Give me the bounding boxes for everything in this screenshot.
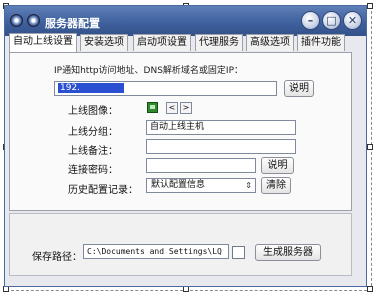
restore-button[interactable]: □ [322, 11, 341, 30]
tab-startup-settings[interactable]: 启动项设置 [133, 34, 191, 51]
address-value: 192. [58, 83, 83, 93]
address-selection [82, 83, 125, 93]
save-path-label: 保存路径： [32, 252, 82, 263]
clear-history-button[interactable]: 清除 [261, 177, 291, 194]
tab-install-options[interactable]: 安装选项 [80, 34, 128, 51]
group-input[interactable]: 自动上线主机 [146, 120, 296, 135]
save-path-input[interactable]: C:\Documents and Settings\LQ [83, 244, 229, 259]
title-bar[interactable]: 服务器配置 – □ ✕ [5, 6, 366, 36]
dropdown-arrow-icon: ⇕ [245, 181, 252, 190]
history-label: 历史配置记录： [68, 185, 138, 196]
generate-server-button[interactable]: 生成服务器 [255, 244, 321, 261]
resize-handle-bottom-right[interactable] [367, 286, 373, 292]
resize-handle-right[interactable] [367, 144, 373, 150]
tab-plugins[interactable]: 插件功能 [297, 34, 345, 51]
address-hint: IP通知http访问地址、DNS解析域名或固定IP： [54, 66, 244, 76]
tab-proxy-service[interactable]: 代理服务 [195, 34, 243, 51]
address-input[interactable]: 192. [54, 81, 277, 96]
minimize-button[interactable]: – [301, 11, 320, 30]
remark-label: 上线备注： [68, 146, 118, 157]
address-explain-button[interactable]: 说明 [284, 80, 314, 97]
history-value: 默认配置信息 [151, 180, 206, 190]
tab-auto-online[interactable]: 自动上线设置 [9, 33, 77, 52]
icon-prev-button[interactable]: < [166, 102, 178, 114]
icon-next-button[interactable]: > [180, 102, 192, 114]
window-title: 服务器配置 [45, 17, 100, 30]
app-menu-icon[interactable] [10, 14, 23, 27]
app-logo-icon [27, 14, 40, 27]
group-label: 上线分组： [68, 127, 118, 138]
tab-advanced-options[interactable]: 高级选项 [246, 34, 294, 51]
online-icon-label: 上线图像： [68, 106, 118, 117]
online-status-icon [147, 102, 158, 113]
password-explain-button[interactable]: 说明 [261, 157, 294, 174]
password-label: 连接密码： [68, 165, 118, 176]
close-button[interactable]: ✕ [343, 11, 362, 30]
save-path-checkbox[interactable] [232, 246, 245, 259]
remark-input[interactable] [146, 139, 296, 154]
resize-handle-top-right[interactable] [367, 3, 373, 9]
history-select[interactable]: 默认配置信息 ⇕ [146, 178, 256, 193]
password-input[interactable] [146, 158, 256, 173]
